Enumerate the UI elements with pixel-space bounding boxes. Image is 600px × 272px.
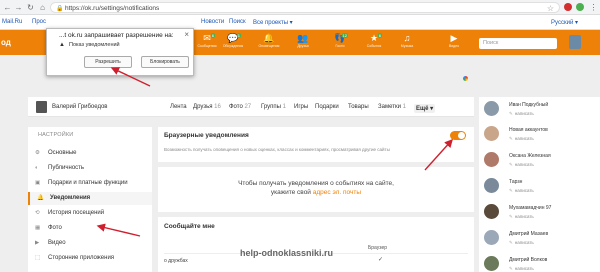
arrow-to-notifications: [96, 223, 141, 237]
arrow-to-toggle: [424, 138, 453, 171]
annotation-arrows: [96, 67, 453, 237]
arrow-to-allow: [110, 67, 151, 87]
